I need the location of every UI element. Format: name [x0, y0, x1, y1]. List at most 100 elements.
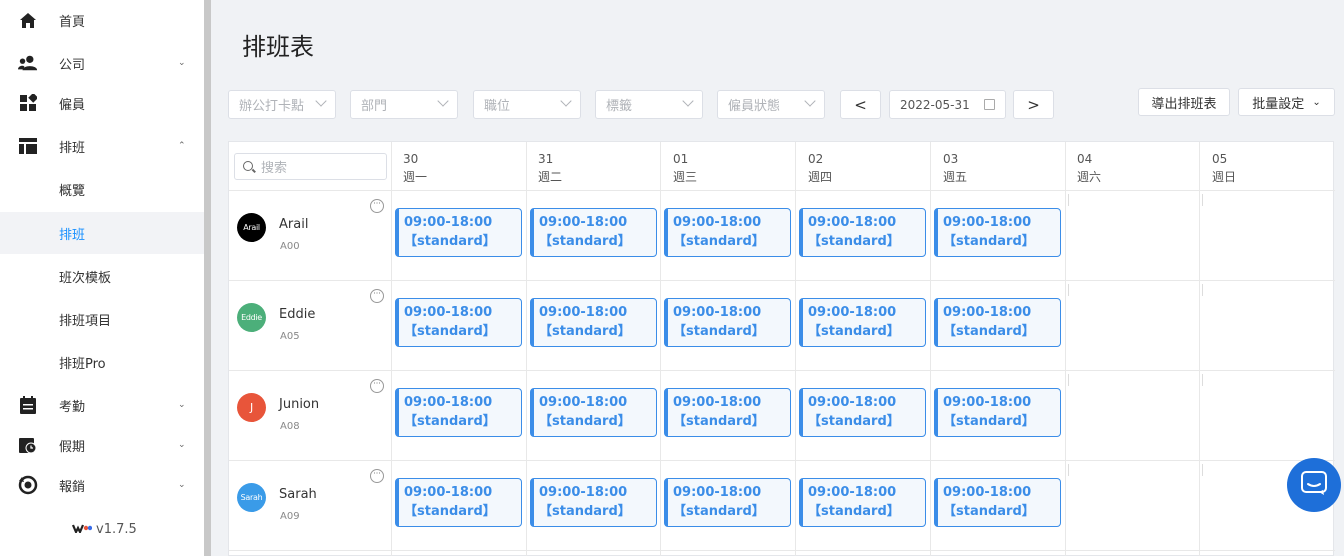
shift-block[interactable]: 09:00-18:00 【standard】 [664, 208, 791, 257]
calendar-icon [984, 99, 995, 110]
more-options-icon[interactable]: ··· [370, 469, 384, 483]
sidebar-item-schedule[interactable]: 排班 ⌃ [0, 126, 204, 166]
shift-block[interactable]: 09:00-18:00 【standard】 [395, 388, 522, 437]
shift-block[interactable]: 09:00-18:00 【standard】 [934, 208, 1061, 257]
empty-cell-marker[interactable] [1068, 464, 1069, 476]
shift-time: 09:00-18:00 [404, 485, 493, 500]
sidebar-item-label: 首頁 [59, 14, 86, 30]
export-schedule-button[interactable]: 導出排班表 [1138, 88, 1230, 116]
shift-time: 09:00-18:00 [539, 215, 628, 230]
employee-name[interactable]: Sarah [279, 487, 317, 502]
shift-block[interactable]: 09:00-18:00 【standard】 [934, 298, 1061, 347]
shift-block[interactable]: 09:00-18:00 【standard】 [799, 388, 926, 437]
empty-cell-marker[interactable] [1202, 464, 1203, 476]
date-picker[interactable]: 2022-05-31 [889, 90, 1006, 119]
avatar: Eddie [237, 303, 266, 332]
sidebar-item-schedule-items[interactable]: 排班項目 [0, 299, 204, 339]
column-divider [526, 142, 527, 556]
day-weekday: 週三 [673, 170, 698, 184]
filter-label: 僱員狀態 [728, 99, 781, 114]
sidebar-item-employee[interactable]: 僱員 [0, 83, 204, 123]
empty-cell-marker[interactable] [1202, 284, 1203, 296]
filter-employee-status[interactable]: 僱員狀態 [717, 90, 825, 119]
chevron-down-icon [682, 95, 694, 107]
column-divider [1199, 142, 1200, 556]
chevron-down-icon [437, 95, 449, 107]
more-options-icon[interactable]: ··· [370, 379, 384, 393]
sidebar-item-label: 排班 [59, 140, 86, 156]
shift-block[interactable]: 09:00-18:00 【standard】 [395, 478, 522, 527]
day-weekday: 週五 [943, 170, 968, 184]
shift-block[interactable]: 09:00-18:00 【standard】 [934, 388, 1061, 437]
search-input[interactable]: 搜索 [234, 153, 387, 180]
sidebar-item-schedule-active[interactable]: 排班 [0, 212, 204, 254]
sidebar-item-overview[interactable]: 概覽 [0, 169, 204, 209]
batch-settings-button[interactable]: 批量設定 ⌄ [1238, 88, 1335, 116]
shift-time: 09:00-18:00 [808, 485, 897, 500]
filter-department[interactable]: 部門 [350, 90, 458, 119]
shift-time: 09:00-18:00 [943, 395, 1032, 410]
clock-calendar-icon [18, 435, 38, 455]
sidebar-item-label: 概覽 [59, 183, 86, 199]
avatar: Sarah [237, 483, 266, 512]
more-options-icon[interactable]: ··· [370, 289, 384, 303]
more-options-icon[interactable]: ··· [370, 199, 384, 213]
day-number: 31 [538, 152, 554, 166]
sidebar-item-home[interactable]: 首頁 [0, 0, 204, 40]
day-number: 04 [1077, 152, 1093, 166]
sidebar-item-shift-templates[interactable]: 班次模板 [0, 256, 204, 296]
shift-block[interactable]: 09:00-18:00 【standard】 [395, 208, 522, 257]
column-divider [795, 142, 796, 556]
shift-block[interactable]: 09:00-18:00 【standard】 [530, 388, 657, 437]
chevron-down-icon: ⌄ [178, 480, 186, 490]
chat-launcher-button[interactable] [1287, 458, 1341, 512]
shift-type: 【standard】 [673, 414, 765, 429]
shift-time: 09:00-18:00 [539, 395, 628, 410]
sidebar-item-leave[interactable]: 假期 ⌄ [0, 425, 204, 465]
employee-name[interactable]: Arail [279, 217, 308, 232]
filter-position[interactable]: 職位 [473, 90, 581, 119]
version-label: v1.7.5 [96, 522, 137, 537]
empty-cell-marker[interactable] [1068, 374, 1069, 386]
sidebar-item-schedule-pro[interactable]: 排班Pro [0, 342, 204, 382]
export-label: 導出排班表 [1151, 96, 1217, 112]
shift-block[interactable]: 09:00-18:00 【standard】 [530, 298, 657, 347]
sidebar-item-label: 假期 [59, 439, 86, 455]
shift-time: 09:00-18:00 [943, 215, 1032, 230]
shift-block[interactable]: 09:00-18:00 【standard】 [395, 298, 522, 347]
sidebar-item-company[interactable]: 公司 ⌄ [0, 43, 204, 83]
chevron-down-icon: ⌄ [178, 400, 186, 410]
shift-block[interactable]: 09:00-18:00 【standard】 [664, 388, 791, 437]
shift-block[interactable]: 09:00-18:00 【standard】 [799, 208, 926, 257]
shift-type: 【standard】 [404, 234, 496, 249]
empty-cell-marker[interactable] [1202, 374, 1203, 386]
shift-block[interactable]: 09:00-18:00 【standard】 [934, 478, 1061, 527]
shift-type: 【standard】 [943, 504, 1035, 519]
shift-block[interactable]: 09:00-18:00 【standard】 [799, 478, 926, 527]
shift-block[interactable]: 09:00-18:00 【standard】 [530, 208, 657, 257]
employee-name[interactable]: Junion [279, 397, 319, 412]
shift-type: 【standard】 [943, 234, 1035, 249]
empty-cell-marker[interactable] [1202, 194, 1203, 206]
sidebar-item-attendance[interactable]: 考勤 ⌄ [0, 385, 204, 425]
prev-week-button[interactable]: < [840, 90, 881, 119]
filter-clock-location[interactable]: 辦公打卡點 [228, 90, 336, 119]
shift-block[interactable]: 09:00-18:00 【standard】 [530, 478, 657, 527]
sidebar-item-reimbursement[interactable]: 報銷 ⌄ [0, 465, 204, 505]
empty-cell-marker[interactable] [1068, 284, 1069, 296]
day-weekday: 週六 [1077, 170, 1102, 184]
shift-type: 【standard】 [404, 504, 496, 519]
next-week-button[interactable]: > [1013, 90, 1054, 119]
shift-time: 09:00-18:00 [943, 485, 1032, 500]
chevron-down-icon [315, 95, 327, 107]
chevron-down-icon: ⌄ [178, 440, 186, 450]
employee-name[interactable]: Eddie [279, 307, 315, 322]
filter-tag[interactable]: 標籤 [595, 90, 703, 119]
shift-block[interactable]: 09:00-18:00 【standard】 [664, 478, 791, 527]
shift-block[interactable]: 09:00-18:00 【standard】 [664, 298, 791, 347]
sidebar-scrollbar[interactable] [204, 0, 211, 556]
shift-block[interactable]: 09:00-18:00 【standard】 [799, 298, 926, 347]
sidebar-item-label: 排班Pro [59, 356, 106, 372]
shift-time: 09:00-18:00 [808, 305, 897, 320]
empty-cell-marker[interactable] [1068, 194, 1069, 206]
